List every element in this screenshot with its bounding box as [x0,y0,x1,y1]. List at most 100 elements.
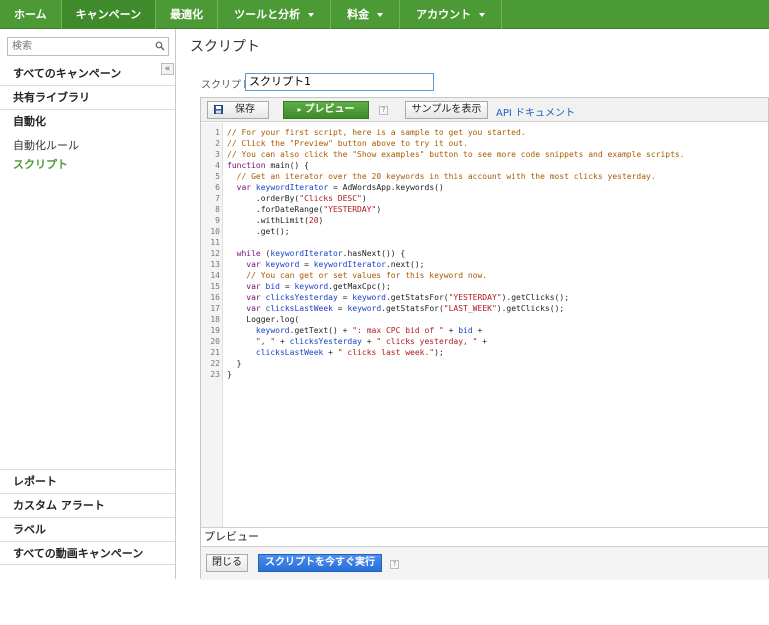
code-line: var keyword = keywordIterator.next(); [246,260,425,269]
sidebar-item-label: ラベル [13,523,46,536]
tab-tools[interactable]: ツールと分析 [218,0,332,29]
sidebar-item-shared-library[interactable]: 共有ライブラリ [0,86,175,110]
help-glyph: ? [381,106,386,114]
api-docs-link[interactable]: API ドキュメント [496,104,575,119]
tab-billing[interactable]: 料金 [331,0,401,29]
line-number: 11 [210,238,220,247]
tab-label: キャンペーン [75,8,142,21]
code-line: var clicksLastWeek = keyword.getStatsFor… [246,304,565,313]
code-line: .withLimit(20) [227,216,324,225]
search-icon[interactable] [155,41,165,51]
line-number: 17 [210,304,220,313]
save-button[interactable]: 保存 [207,101,269,119]
close-button[interactable]: 閉じる [206,554,248,572]
code-line: .get(); [227,227,290,236]
code-line: } [227,359,242,368]
sidebar-item-all-campaigns[interactable]: すべてのキャンペーン [0,62,175,86]
tab-optimize[interactable]: 最適化 [156,0,219,29]
sidebar-item-labels[interactable]: ラベル [0,517,175,541]
tab-label: 最適化 [170,8,204,21]
line-gutter: 1 2 3 4 5 6 7 8 9 10 11 12 13 14 15 16 17 18 19 20 21 22 23 [201,123,223,527]
sidebar-item-reports[interactable]: レポート [0,469,175,493]
code-text[interactable]: // For your first script, here is a samp… [227,127,685,380]
code-line: ​ [227,237,685,248]
tab-label: 料金 [347,8,370,21]
sidebar: « すべてのキャンペーン 共有ライブラリ 自動化 自動化ルール スクリプト レポ… [0,29,176,579]
line-number: 4 [215,161,220,170]
code-line: clicksLastWeek + " clicks last week."); [255,348,444,357]
script-editor-panel: 保存 ▸ プレビュー ? サンプルを表示 API ドキュメント 123456789… [200,97,769,580]
sidebar-item-label: すべての動画キャンペーン [13,547,144,560]
bottom-action-bar: 閉じる スクリプトを今すぐ実行 ? [201,546,768,580]
sidebar-subitem-label: スクリプト [13,158,68,171]
caret-down-icon [479,12,486,17]
tab-home[interactable]: ホーム [0,0,62,29]
tab-account[interactable]: アカウント [400,0,503,29]
code-line: } [227,370,232,379]
run-script-now-button[interactable]: スクリプトを今すぐ実行 [258,554,382,572]
line-number: 16 [210,293,220,302]
search-box [7,37,169,56]
help-icon[interactable]: ? [379,106,388,115]
code-line: // Get an iterator over the 20 keywords … [236,172,656,181]
tab-label: ホーム [14,8,47,21]
code-line: var keywordIterator = AdWordsApp.keyword… [236,183,444,192]
code-line: while (keywordIterator.hasNext()) { [236,249,406,258]
line-number: 13 [210,260,220,269]
line-number: 1 [215,128,220,137]
sidebar-item-label: 共有ライブラリ [13,91,90,104]
preview-label: プレビュー [304,104,355,115]
search-input[interactable] [8,38,148,55]
code-line: // For your first script, here is a samp… [227,128,526,137]
script-name-input[interactable]: スクリプト1 [245,73,434,91]
sidebar-item-all-video-campaigns[interactable]: すべての動画キャンペーン [0,541,175,565]
sidebar-item-label: すべてのキャンペーン [13,67,122,80]
line-number: 14 [210,271,220,280]
caret-down-icon [377,12,384,17]
show-examples-label: サンプルを表示 [411,104,482,115]
sidebar-subitem-rules[interactable]: 自動化ルール [13,137,79,153]
tab-label: アカウント [416,8,472,21]
caret-down-icon [308,12,315,17]
code-line: .orderBy("Clicks DESC") [227,194,367,203]
code-line: // Click the "Preview" button above to t… [227,139,468,148]
line-number: 22 [210,359,220,368]
line-number: 20 [210,337,220,346]
line-number: 12 [210,249,220,258]
line-number: 18 [210,315,220,324]
editor-toolbar: 保存 ▸ プレビュー ? サンプルを表示 API ドキュメント [201,98,768,122]
code-line: ", " + clicksYesterday + " clicks yester… [255,337,488,346]
line-number: 3 [215,150,220,159]
code-line: .forDateRange("YESTERDAY") [227,205,382,214]
line-number: 10 [210,227,220,236]
code-line: // You can get or set values for this ke… [246,271,488,280]
sidebar-item-label: レポート [13,475,57,488]
preview-section-header: プレビュー [201,527,768,545]
line-numbers: 1 2 3 4 5 6 7 8 9 10 11 12 13 14 15 16 17 18 19 20 21 22 23 [201,127,220,380]
tab-campaigns[interactable]: キャンペーン [61,0,157,29]
page-title: スクリプト [190,39,260,55]
code-line: function main() { [227,161,309,170]
line-number: 21 [210,348,220,357]
line-number: 23 [210,370,220,379]
preview-button[interactable]: ▸ プレビュー [283,101,369,119]
line-number: 8 [215,205,220,214]
code-line: var clicksYesterday = keyword.getStatsFo… [246,293,570,302]
save-icon [214,105,223,114]
sidebar-item-label: カスタム アラート [13,499,105,512]
code-line: // You can also click the "Show examples… [227,150,685,159]
line-number: 19 [210,326,220,335]
show-examples-button[interactable]: サンプルを表示 [405,101,488,119]
help-glyph: ? [392,560,397,568]
line-number: 6 [215,183,220,192]
help-icon[interactable]: ? [390,560,399,569]
sidebar-subitem-scripts[interactable]: スクリプト [13,156,68,172]
line-number: 7 [215,194,220,203]
line-number: 2 [215,139,220,148]
play-icon: ▸ [297,105,302,114]
line-number: 15 [210,282,220,291]
run-label: スクリプトを今すぐ実行 [265,557,375,568]
sidebar-item-label: 自動化 [13,115,46,128]
sidebar-item-automation[interactable]: 自動化 [0,110,175,134]
sidebar-item-custom-alerts[interactable]: カスタム アラート [0,493,175,517]
